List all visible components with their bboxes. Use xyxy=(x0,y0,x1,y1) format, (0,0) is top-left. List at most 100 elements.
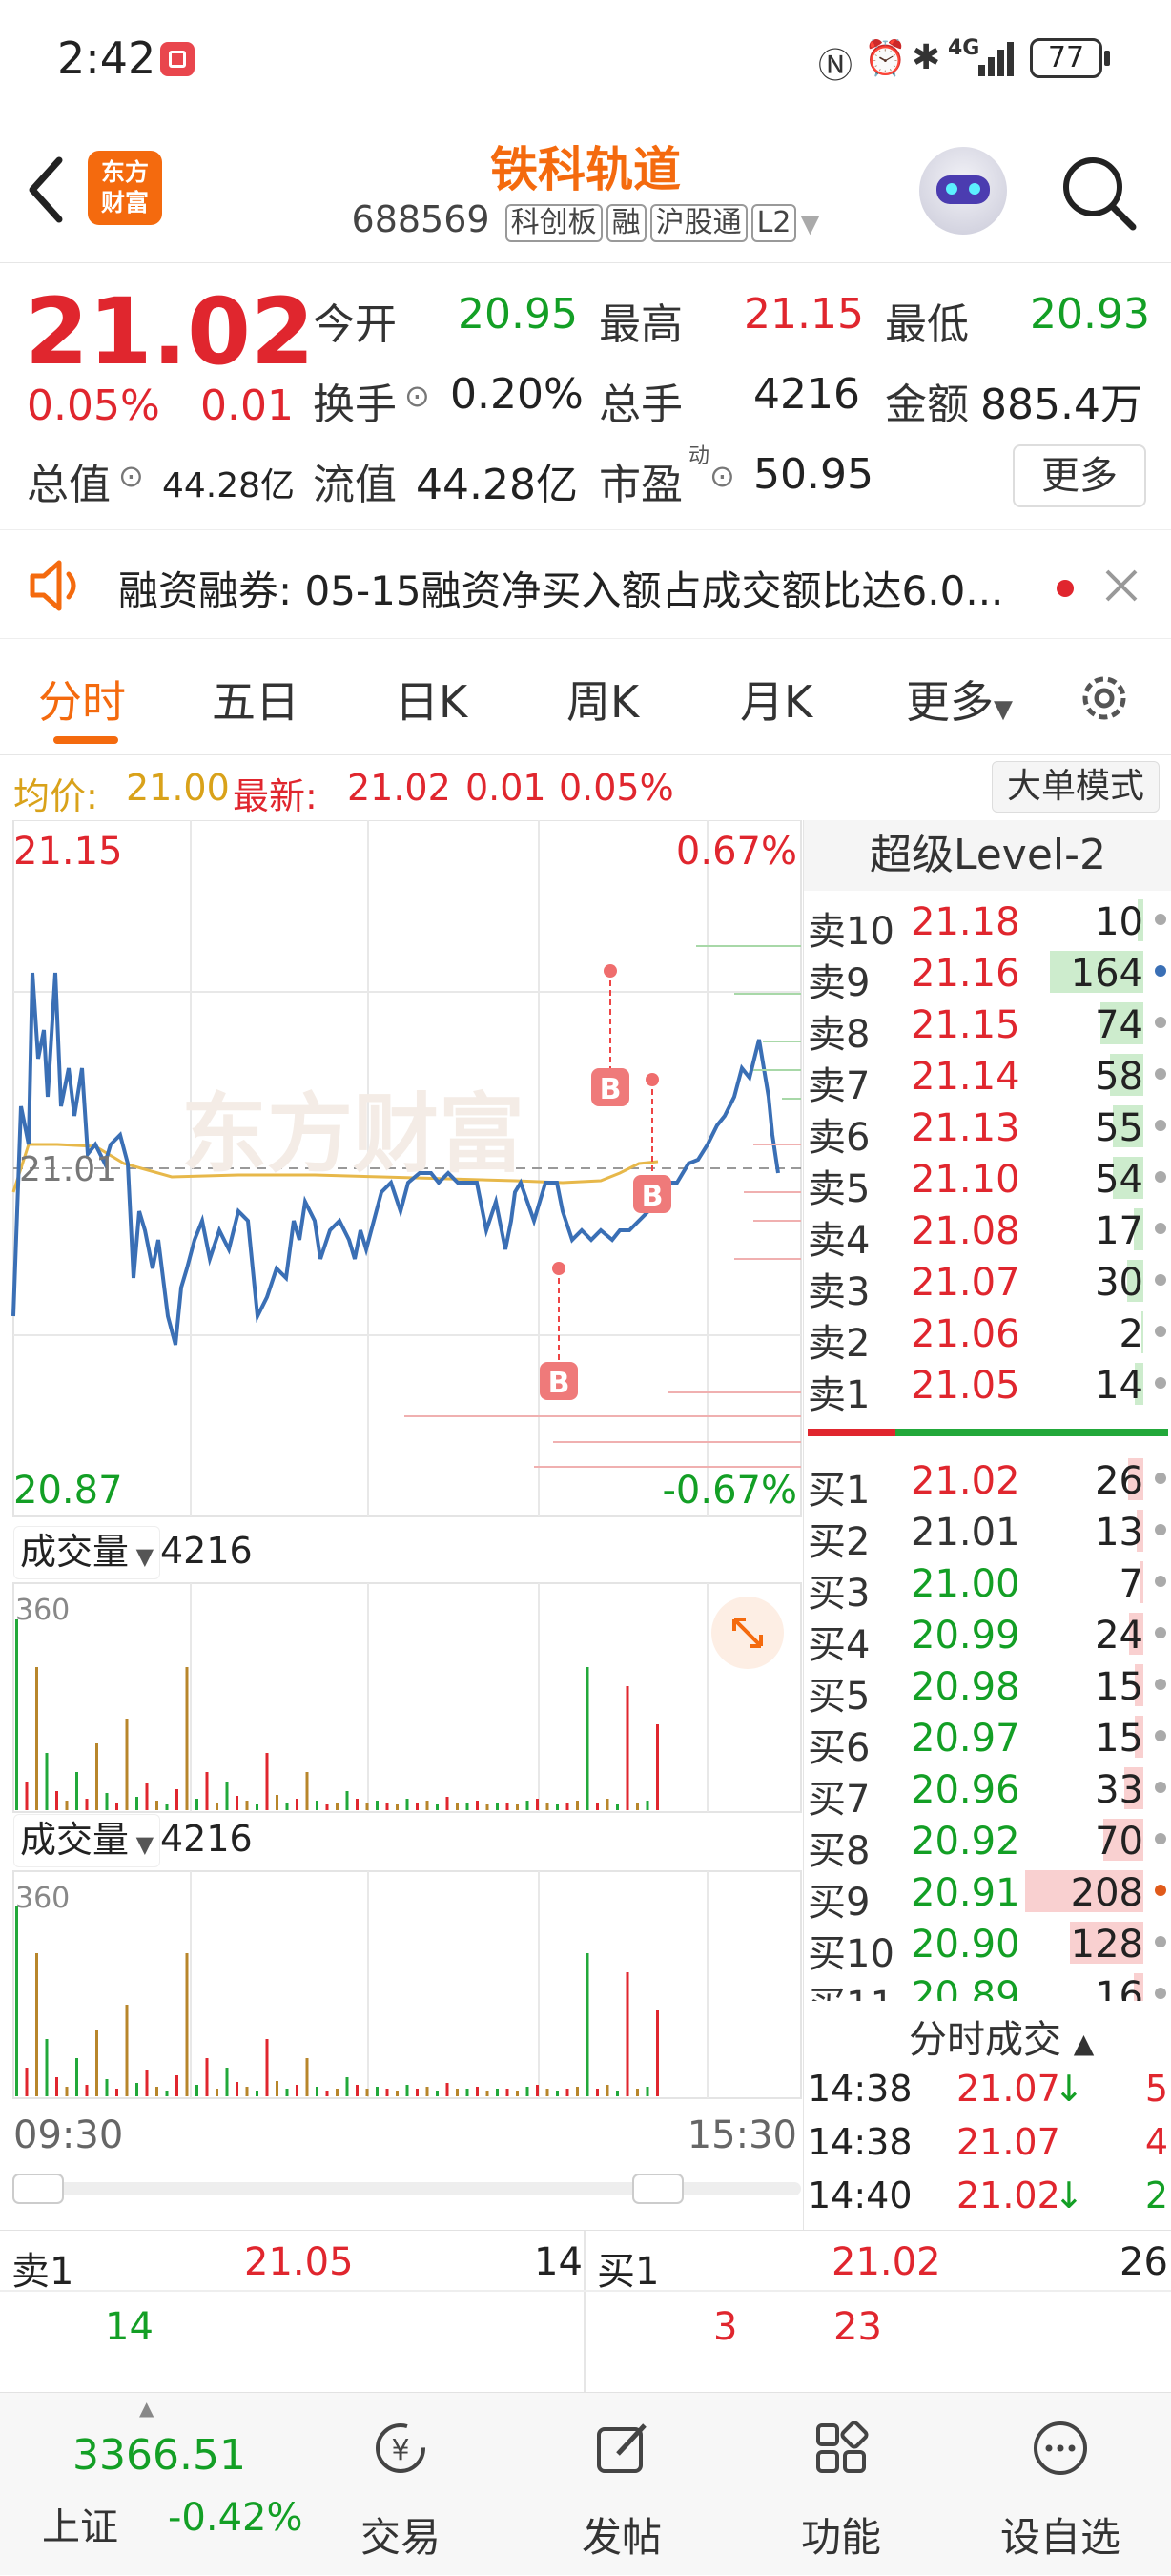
ask-row[interactable]: 卖4 21.08 17 xyxy=(804,1204,1171,1263)
intraday-chart[interactable]: 东方财富 B B B 21.15 0.67% 21.01 20.87 -0.67… xyxy=(0,820,803,2208)
bid-row[interactable]: 买8 20.92 70 xyxy=(804,1814,1171,1873)
quick-book-strip: 卖1 21.05 14 14 买1 21.02 26 3 23 xyxy=(0,2230,1171,2393)
volume-max-label: 360 xyxy=(15,1882,70,1915)
more-button[interactable]: 更多 xyxy=(1013,444,1146,507)
bid-row[interactable]: 买6 20.97 15 xyxy=(804,1711,1171,1770)
level2-title[interactable]: 超级Level-2 xyxy=(804,820,1171,891)
ask-row[interactable]: 卖3 21.07 30 xyxy=(804,1255,1171,1314)
order-dot xyxy=(1155,1885,1166,1896)
volume-bar xyxy=(365,2089,369,2096)
level-price: 20.97 xyxy=(911,1717,1020,1761)
stock-name: 铁科轨道 xyxy=(490,142,681,197)
bid-row[interactable]: 买4 20.99 24 xyxy=(804,1608,1171,1667)
ask-row[interactable]: 卖1 21.05 14 xyxy=(804,1358,1171,1417)
bid-row[interactable]: 买2 21.01 13 xyxy=(804,1505,1171,1564)
volume-indicator-select[interactable]: 成交量 ▼ xyxy=(13,1526,161,1579)
volume-bar xyxy=(225,1782,229,1810)
order-dot xyxy=(1155,1833,1166,1844)
tab-monthly-k[interactable]: 月K xyxy=(740,668,812,731)
buy-marker[interactable]: B xyxy=(591,964,629,1106)
trades-title[interactable]: 分时成交 ▲ xyxy=(909,2009,1094,2064)
dropdown-icon[interactable]: ▼ xyxy=(800,210,819,238)
mcap-value: 44.28亿 xyxy=(162,466,296,505)
tab-weekly-k[interactable]: 周K xyxy=(566,668,639,731)
back-icon[interactable] xyxy=(25,156,67,223)
bid-row[interactable]: 买1 21.02 26 xyxy=(804,1453,1171,1513)
volume-indicator-select[interactable]: 成交量 ▼ xyxy=(13,1814,161,1867)
latest-value: 21.02 xyxy=(347,767,451,809)
speaker-icon xyxy=(30,560,76,611)
bid-row[interactable]: 买10 20.90 128 xyxy=(804,1917,1171,1976)
buy1-label: 买1 xyxy=(597,2250,660,2294)
volume-bar xyxy=(485,2091,489,2096)
ask-row[interactable]: 卖9 21.16 164 xyxy=(804,946,1171,1005)
notice-bar[interactable]: 融资融券: 05-15融资净买入额占成交额比达6.0... xyxy=(0,529,1171,639)
ask-row[interactable]: 卖6 21.13 55 xyxy=(804,1101,1171,1160)
index-change: -0.42% xyxy=(168,2496,303,2540)
bid-row[interactable]: 买5 20.98 15 xyxy=(804,1659,1171,1719)
order-dot xyxy=(1155,1576,1166,1587)
order-dot xyxy=(1155,1936,1166,1947)
tab-daily-k[interactable]: 日K xyxy=(395,668,467,731)
info-icon[interactable]: ⊙ xyxy=(404,378,430,414)
volume-bar xyxy=(45,2039,49,2096)
nav-post[interactable]: 发帖 xyxy=(526,2393,717,2576)
buy-marker[interactable]: B xyxy=(540,1262,578,1400)
dropdown-icon: ▼ xyxy=(129,1831,154,1858)
trade-row: 14:40 21.02 ↓ 2 xyxy=(804,2174,1171,2228)
watermark: 东方财富 xyxy=(181,1087,524,1183)
quote-panel: 21.02 0.05% 0.01 今开 20.95 最高 21.15 最低 20… xyxy=(0,263,1171,529)
expand-icon[interactable] xyxy=(711,1597,784,1669)
buy-marker[interactable]: B xyxy=(633,1073,671,1213)
order-dot xyxy=(1155,1120,1166,1131)
level-label: 卖1 xyxy=(808,1373,871,1417)
tab-intraday[interactable]: 分时 xyxy=(38,668,126,731)
nav-trade[interactable]: ¥ 交易 xyxy=(305,2393,496,2576)
level-price: 21.15 xyxy=(911,1003,1020,1047)
order-dot xyxy=(1155,1017,1166,1028)
volume-bar xyxy=(165,2091,169,2096)
volume-bar xyxy=(285,1803,289,1810)
ask-row[interactable]: 卖8 21.15 74 xyxy=(804,998,1171,1057)
pe-label: 市盈 xyxy=(599,461,683,509)
ask-row[interactable]: 卖5 21.10 54 xyxy=(804,1152,1171,1211)
assistant-robot-icon[interactable] xyxy=(919,147,1007,235)
tab-more[interactable]: 更多▼ xyxy=(906,668,1013,731)
bid-row[interactable]: 买3 21.00 7 xyxy=(804,1556,1171,1616)
eastmoney-logo[interactable]: 东方 财富 xyxy=(88,151,162,225)
battery-level: 77 xyxy=(1047,41,1085,74)
bid-row[interactable]: 买7 20.96 33 xyxy=(804,1762,1171,1822)
tab-five-day[interactable]: 五日 xyxy=(212,668,299,731)
high-label: 最高 xyxy=(599,300,683,349)
ask-row[interactable]: 卖10 21.18 10 xyxy=(804,895,1171,954)
search-icon[interactable] xyxy=(1058,153,1139,233)
volume-bar xyxy=(416,2089,419,2096)
volume-bar xyxy=(125,1719,129,1810)
volume-bar xyxy=(396,2091,399,2096)
volume-bar xyxy=(305,2058,309,2096)
latest-change: 0.01 xyxy=(465,767,546,809)
volume-bar xyxy=(225,2068,229,2096)
big-order-mode-button[interactable]: 大单模式 xyxy=(992,761,1160,813)
close-icon[interactable] xyxy=(1104,568,1139,603)
scroll-handle-right[interactable] xyxy=(632,2174,684,2204)
nav-add-watchlist[interactable]: 设自选 xyxy=(965,2393,1156,2576)
float-value: 44.28亿 xyxy=(416,461,578,509)
volume-bar xyxy=(425,2087,429,2096)
volume-bar xyxy=(45,1753,49,1810)
ask-row[interactable]: 卖7 21.14 58 xyxy=(804,1049,1171,1108)
scroll-handle-left[interactable] xyxy=(12,2174,64,2204)
volume-max-label: 360 xyxy=(15,1594,70,1627)
low-value: 20.93 xyxy=(1030,290,1150,339)
ask-row[interactable]: 卖2 21.06 2 xyxy=(804,1307,1171,1366)
info-icon[interactable]: ⊙ xyxy=(118,458,144,494)
settings-gear-icon[interactable] xyxy=(1076,670,1133,727)
trade-time: 14:38 xyxy=(808,2121,913,2163)
bid-row[interactable]: 买9 20.91 208 xyxy=(804,1865,1171,1925)
volume-bar xyxy=(25,1782,29,1810)
volume-bar xyxy=(25,2068,29,2096)
nav-functions[interactable]: 功能 xyxy=(746,2393,936,2576)
index-ticker[interactable]: ▲ 3366.51 上证 -0.42% xyxy=(0,2393,315,2576)
info-icon[interactable]: ⊙ xyxy=(709,458,735,494)
level-volume: 15 xyxy=(1095,1717,1143,1761)
